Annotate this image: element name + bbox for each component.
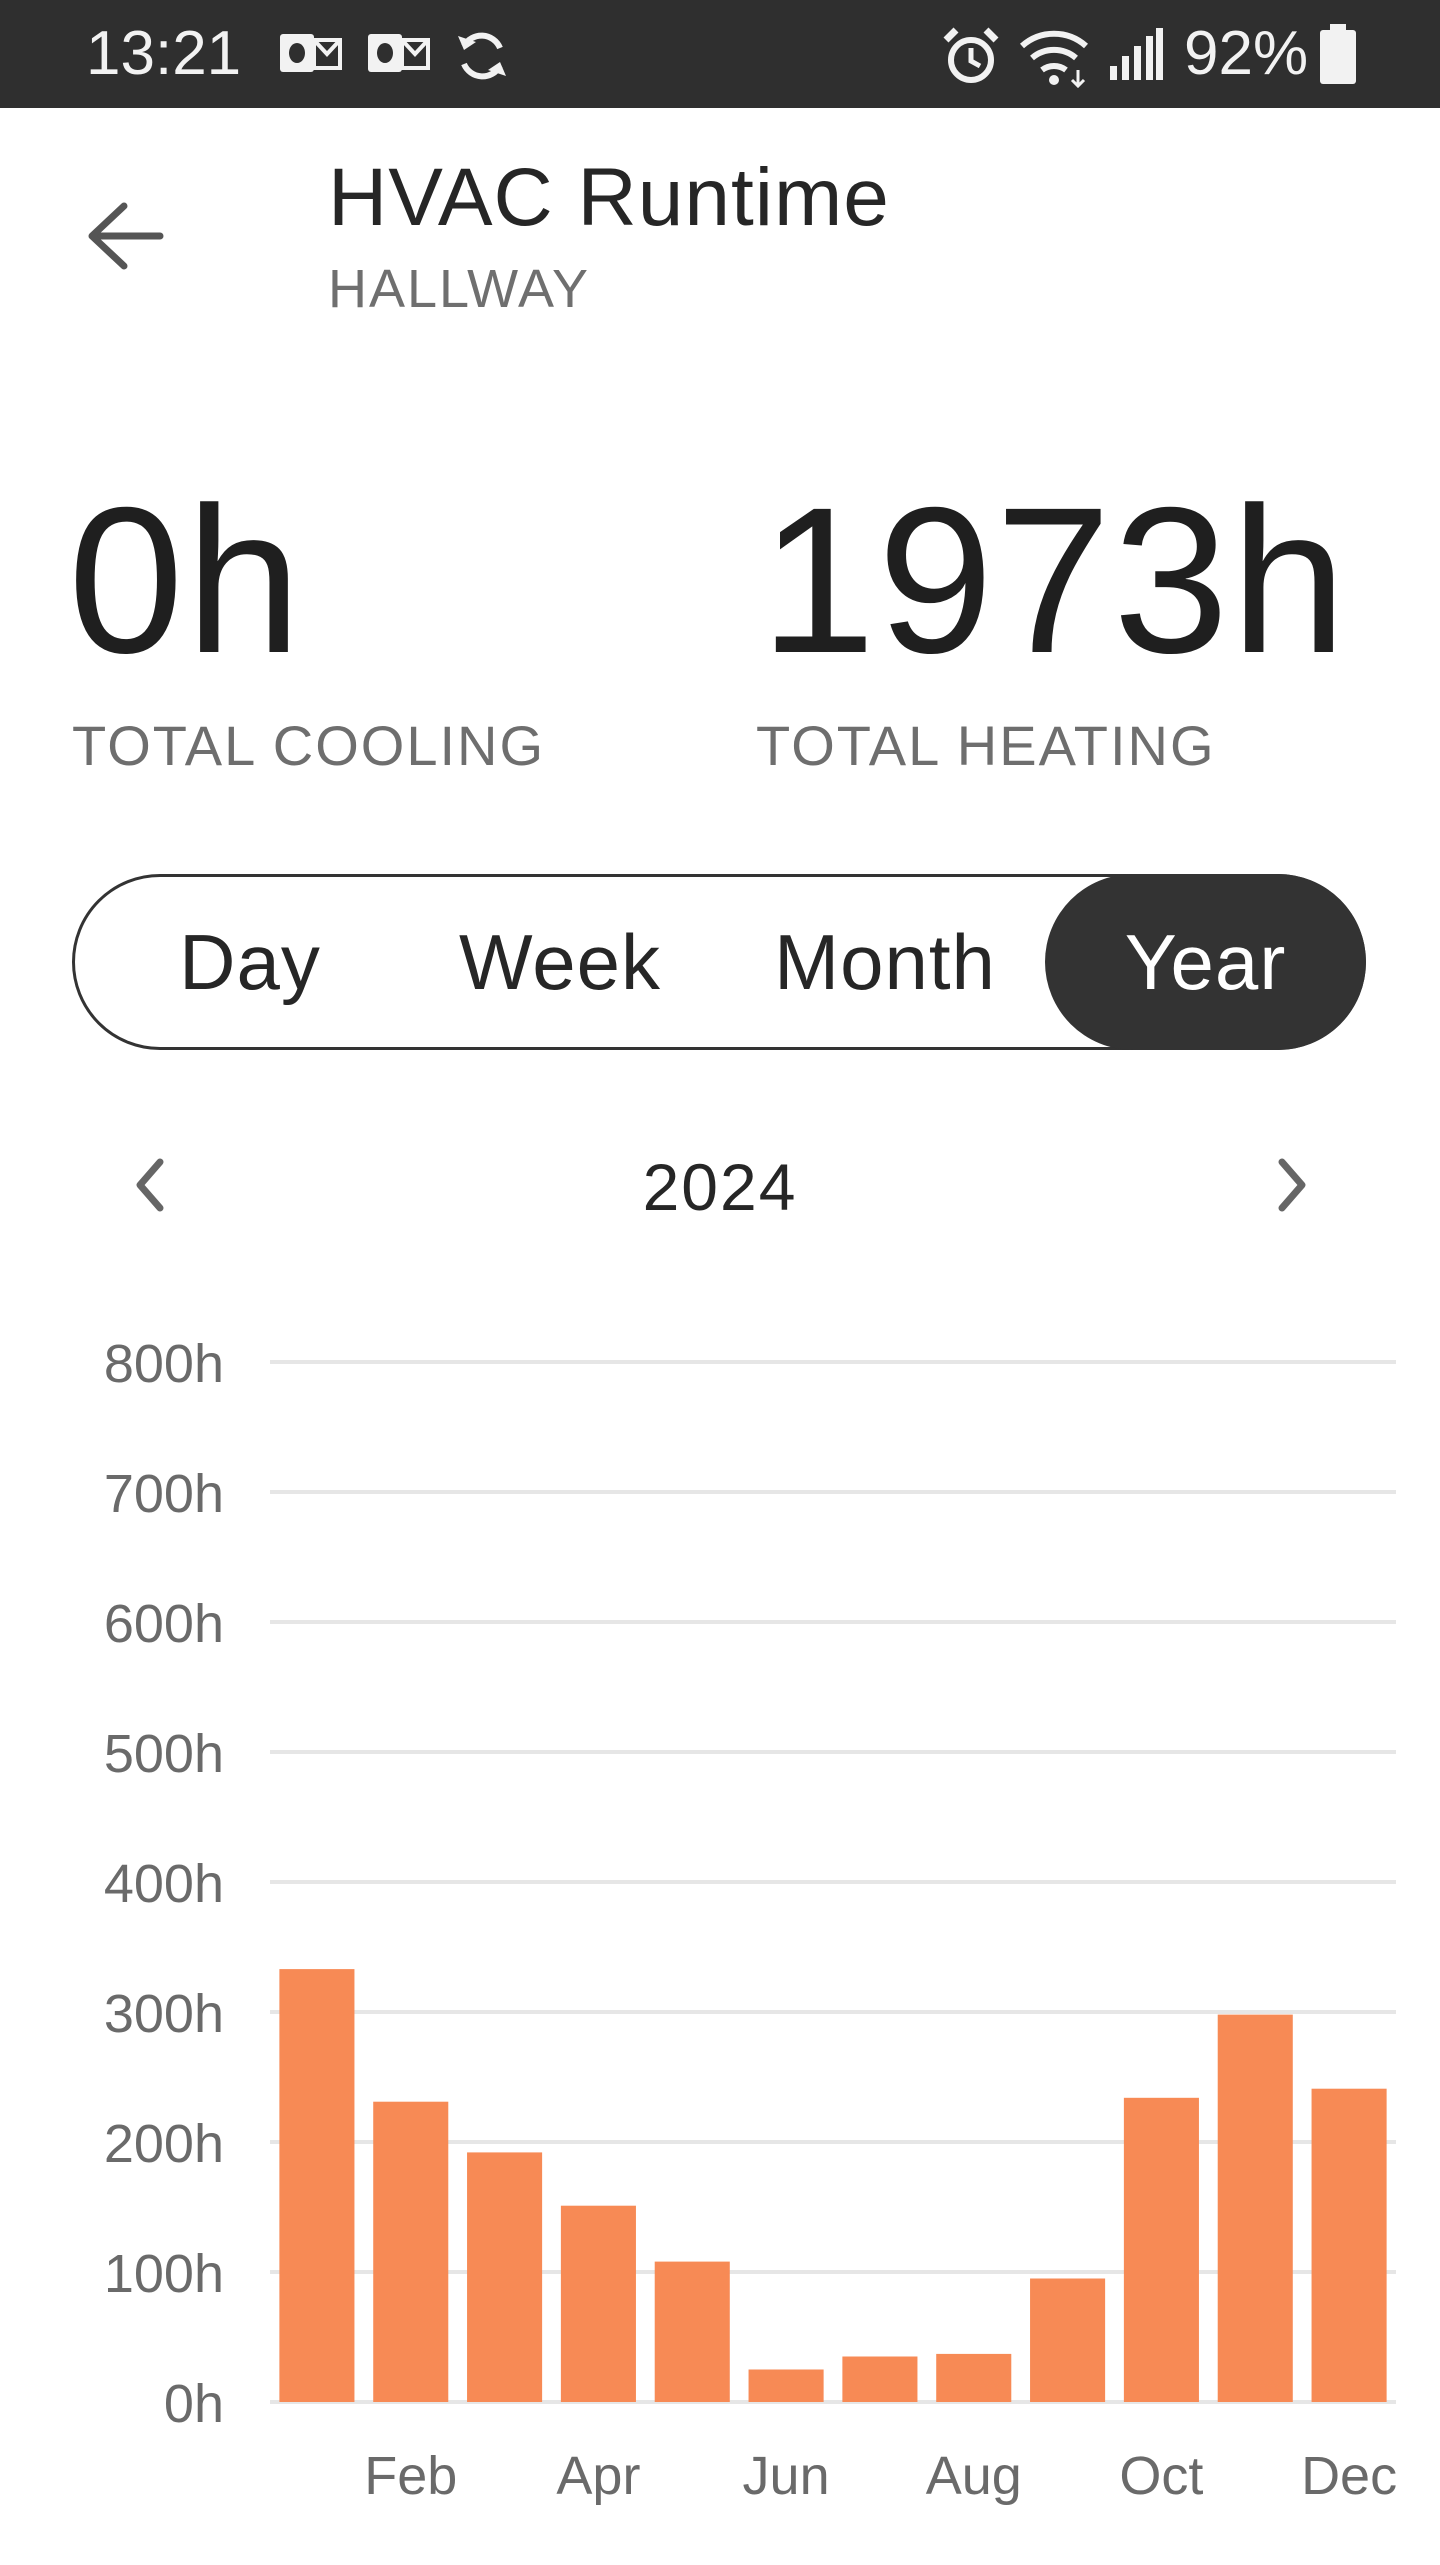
y-tick-label: 200h [104, 2114, 224, 2174]
tab-month[interactable]: Month [725, 877, 1045, 1047]
x-tick-label: Apr [556, 2446, 640, 2506]
bar-feb[interactable] [373, 2101, 449, 2402]
page-subtitle: HALLWAY [328, 259, 591, 319]
range-segmented-control: Day Week Month Year [72, 874, 1366, 1050]
tab-year[interactable]: Year [1045, 874, 1366, 1050]
previous-period-button[interactable] [96, 1130, 206, 1240]
total-cooling-value: 0h [68, 465, 304, 697]
bar-may[interactable] [654, 2261, 730, 2402]
y-tick-label: 800h [104, 1334, 224, 1394]
back-button[interactable] [72, 186, 182, 296]
x-tick-label: Feb [364, 2446, 457, 2506]
alarm-icon [943, 27, 999, 83]
bar-nov[interactable] [1217, 2014, 1293, 2402]
runtime-bar-chart: 0h 100h 200h 300h 400h 500h 600h 700h 800h Feb Apr… [104, 1334, 1397, 2506]
total-cooling-label: TOTAL COOLING [72, 714, 546, 777]
battery-icon [1320, 24, 1356, 84]
bar-jun[interactable] [748, 2369, 824, 2403]
x-tick-label: Dec [1301, 2446, 1397, 2506]
period-navigator: 2024 [0, 1130, 1440, 1240]
x-tick-label: Jun [743, 2446, 830, 2506]
y-tick-label: 400h [104, 1854, 224, 1914]
wifi-icon [1020, 30, 1088, 88]
battery-percent: 92% [1184, 19, 1309, 88]
next-period-button[interactable] [1236, 1130, 1346, 1240]
y-tick-label: 700h [104, 1464, 224, 1524]
bar-jan[interactable] [279, 1969, 355, 2402]
y-tick-label: 0h [164, 2374, 224, 2434]
signal-icon [1110, 28, 1163, 80]
bar-sep[interactable] [1030, 2278, 1106, 2403]
x-tick-label: Aug [926, 2446, 1022, 2506]
bar-mar[interactable] [467, 2152, 543, 2402]
total-heating-value: 1973h [760, 465, 1349, 697]
page-title: HVAC Runtime [328, 152, 890, 243]
x-tick-label: Oct [1119, 2446, 1203, 2506]
status-time: 13:21 [86, 19, 242, 88]
bar-jul[interactable] [842, 2356, 918, 2403]
y-tick-label: 500h [104, 1724, 224, 1784]
tab-week[interactable]: Week [415, 877, 705, 1047]
sync-icon [458, 32, 506, 80]
y-tick-label: 100h [104, 2244, 224, 2304]
arrow-left-icon [88, 202, 164, 270]
outlook-icon [368, 34, 430, 72]
bar-dec[interactable] [1311, 2088, 1387, 2402]
runtime-chart: 0h 100h 200h 300h 400h 500h 600h 700h 800h Feb Apr… [0, 1300, 1440, 2560]
bar-aug[interactable] [936, 2353, 1012, 2402]
period-label: 2024 [642, 1150, 798, 1224]
bar-oct[interactable] [1123, 2097, 1199, 2402]
y-tick-label: 300h [104, 1984, 224, 2044]
y-tick-label: 600h [104, 1594, 224, 1654]
total-heating-label: TOTAL HEATING [756, 714, 1216, 777]
tab-day[interactable]: Day [105, 877, 395, 1047]
bar-apr[interactable] [560, 2205, 636, 2402]
status-bar: 13:21 92% [0, 0, 1440, 108]
chevron-right-icon [1278, 1158, 1306, 1212]
chevron-left-icon [136, 1158, 164, 1212]
outlook-icon [280, 34, 342, 72]
